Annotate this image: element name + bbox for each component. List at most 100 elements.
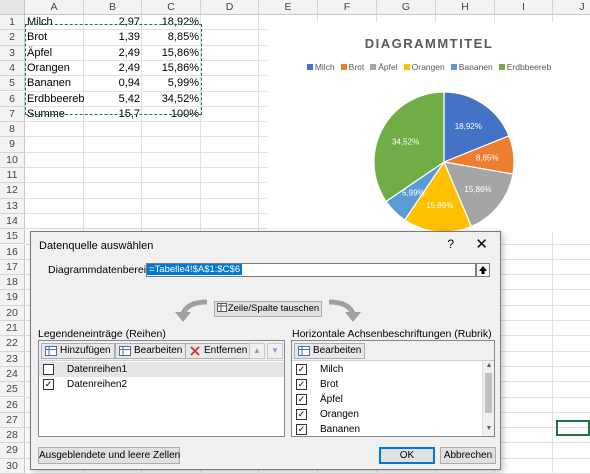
ok-button[interactable]: OK bbox=[379, 447, 435, 464]
hidden-empty-cells-button[interactable]: Ausgeblendete und leere Zellen bbox=[38, 447, 180, 464]
row-header[interactable]: 22 bbox=[0, 336, 25, 352]
row-header[interactable]: 27 bbox=[0, 412, 25, 429]
list-item-label: Milch bbox=[320, 364, 344, 375]
pie-svg: 18,92%8,85%15,86%15,86%5,99%34,52% bbox=[373, 91, 515, 232]
row-header[interactable]: 18 bbox=[0, 275, 25, 291]
row-header[interactable]: 23 bbox=[0, 351, 25, 367]
pie-data-label: 15,86% bbox=[426, 201, 453, 210]
list-item-label: Datenreihen1 bbox=[67, 364, 128, 375]
category-list: ✓ Milch ✓ Brot ✓ Äpfel ✓ Orangen ✓ Bananen bbox=[292, 362, 482, 436]
checkbox[interactable]: ✓ bbox=[296, 364, 307, 375]
series-list: Datenreihen1 ✓ Datenreihen2 bbox=[39, 362, 284, 436]
move-up-button[interactable]: ▲ bbox=[249, 343, 265, 359]
column-header[interactable]: E bbox=[259, 0, 318, 15]
category-row[interactable]: ✓ Äpfel bbox=[292, 392, 482, 407]
column-header[interactable]: B bbox=[84, 0, 142, 15]
row-header[interactable]: 5 bbox=[0, 76, 25, 92]
edit-label: Bearbeiten bbox=[134, 345, 183, 356]
copy-marquee bbox=[25, 24, 202, 115]
list-item-label: Datenreihen2 bbox=[67, 379, 128, 390]
collapse-arrow-icon bbox=[479, 266, 487, 274]
row-header[interactable]: 8 bbox=[0, 122, 25, 138]
row-header[interactable]: 25 bbox=[0, 382, 25, 398]
column-header[interactable]: A bbox=[25, 0, 84, 15]
category-scrollbar[interactable]: ▲ ▼ bbox=[482, 361, 494, 436]
remove-label: Entfernen bbox=[204, 345, 248, 356]
row-header[interactable]: 20 bbox=[0, 305, 25, 321]
row-header[interactable]: 14 bbox=[0, 213, 25, 230]
curved-arrow-left-icon bbox=[175, 299, 208, 322]
list-item-label: Orangen bbox=[320, 409, 359, 420]
row-header[interactable]: 2 bbox=[0, 30, 25, 46]
row-header[interactable]: 15 bbox=[0, 229, 25, 245]
axis-labels-panel: Bearbeiten ✓ Milch ✓ Brot ✓ Äpfel ✓ Orangen ✓ Ban… bbox=[291, 340, 495, 437]
checkbox[interactable]: ✓ bbox=[296, 379, 307, 390]
checkbox[interactable]: ✓ bbox=[296, 409, 307, 420]
edit-table-icon bbox=[298, 346, 310, 356]
row-header[interactable]: 28 bbox=[0, 428, 25, 444]
column-header[interactable]: G bbox=[377, 0, 436, 15]
category-row[interactable]: ✓ Brot bbox=[292, 377, 482, 392]
column-header[interactable]: J bbox=[553, 0, 590, 15]
close-button[interactable]: ✕ bbox=[475, 235, 488, 253]
move-down-button[interactable]: ▼ bbox=[267, 343, 283, 359]
row-header[interactable]: 30 bbox=[0, 458, 25, 474]
swap-row-column-button[interactable]: Zeile/Spalte tauschen bbox=[214, 301, 322, 317]
row-header[interactable]: 1 bbox=[0, 15, 25, 31]
table-icon bbox=[216, 303, 227, 312]
edit-series-button[interactable]: Bearbeiten bbox=[115, 343, 187, 359]
scroll-thumb[interactable] bbox=[485, 373, 492, 413]
row-header[interactable]: 24 bbox=[0, 366, 25, 383]
pie-data-label: 18,92% bbox=[455, 122, 482, 131]
row-header[interactable]: 12 bbox=[0, 183, 25, 199]
pie-chart[interactable]: DIAGRAMMTITEL Milch Brot Äpfel Orangen Banan… bbox=[268, 22, 590, 232]
row-header[interactable]: 16 bbox=[0, 244, 25, 260]
curved-arrow-right-icon bbox=[328, 299, 361, 322]
checkbox[interactable]: ✓ bbox=[296, 394, 307, 405]
pie-data-label: 15,86% bbox=[464, 185, 491, 194]
category-row[interactable]: ✓ Milch bbox=[292, 362, 482, 377]
row-header[interactable]: 9 bbox=[0, 137, 25, 153]
checkbox[interactable] bbox=[43, 364, 54, 375]
add-series-button[interactable]: Hinzufügen bbox=[41, 343, 115, 359]
row-header[interactable]: 26 bbox=[0, 397, 25, 413]
row-header[interactable]: 10 bbox=[0, 152, 25, 168]
row-header[interactable]: 29 bbox=[0, 443, 25, 459]
row-header[interactable]: 17 bbox=[0, 259, 25, 276]
row-header[interactable]: 13 bbox=[0, 198, 25, 214]
range-value: =Tabelle4!$A$1:$C$6 bbox=[147, 264, 243, 275]
checkbox[interactable]: ✓ bbox=[43, 379, 54, 390]
row-header[interactable]: 4 bbox=[0, 60, 25, 77]
checkbox[interactable]: ✓ bbox=[296, 424, 307, 435]
edit-table-icon bbox=[119, 346, 131, 356]
chart-data-range-input[interactable]: =Tabelle4!$A$1:$C$6 bbox=[146, 263, 476, 277]
list-item-label: Brot bbox=[320, 379, 339, 390]
column-header[interactable]: C bbox=[142, 0, 201, 15]
row-header[interactable]: 11 bbox=[0, 168, 25, 184]
cancel-button[interactable]: Abbrechen bbox=[440, 447, 496, 464]
column-header[interactable]: I bbox=[495, 0, 553, 15]
chevron-up-icon: ▲ bbox=[253, 346, 261, 355]
scroll-down-icon[interactable]: ▼ bbox=[483, 425, 495, 435]
remove-series-button[interactable]: Entfernen bbox=[185, 343, 252, 359]
series-row[interactable]: Datenreihen1 bbox=[39, 362, 284, 377]
scroll-up-icon[interactable]: ▲ bbox=[483, 362, 495, 372]
help-button[interactable]: ? bbox=[447, 237, 454, 251]
selected-cell[interactable] bbox=[556, 420, 590, 436]
row-header[interactable]: 3 bbox=[0, 45, 25, 61]
row-header[interactable]: 19 bbox=[0, 290, 25, 306]
select-all-corner[interactable] bbox=[0, 0, 25, 15]
series-row[interactable]: ✓ Datenreihen2 bbox=[39, 377, 284, 392]
row-header[interactable]: 7 bbox=[0, 106, 25, 123]
column-header[interactable]: D bbox=[201, 0, 259, 15]
edit-axis-labels-button[interactable]: Bearbeiten bbox=[294, 343, 366, 359]
pie-data-label: 8,85% bbox=[476, 153, 499, 162]
category-row[interactable]: ✓ Orangen bbox=[292, 407, 482, 422]
column-header[interactable]: F bbox=[318, 0, 377, 15]
axis-labels-header: Horizontale Achsenbeschriftungen (Rubrik… bbox=[292, 328, 492, 340]
row-header[interactable]: 21 bbox=[0, 321, 25, 337]
column-header[interactable]: H bbox=[436, 0, 495, 15]
category-row[interactable]: ✓ Bananen bbox=[292, 422, 482, 437]
row-header[interactable]: 6 bbox=[0, 91, 25, 107]
collapse-dialog-button[interactable] bbox=[476, 263, 490, 277]
